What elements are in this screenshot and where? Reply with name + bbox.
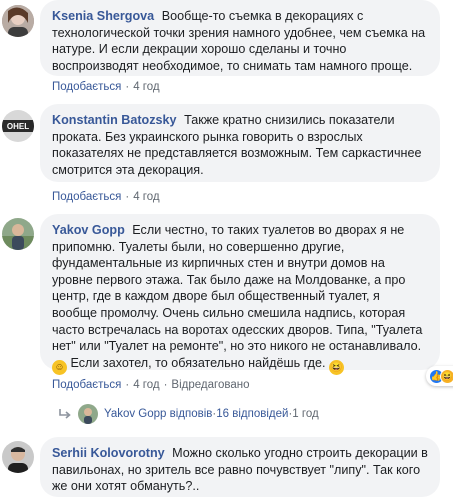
comment-bubble: Yakov Gopp Если честно, то таких туалето… [40,214,440,375]
haha-reaction-icon: 😆 [440,368,453,384]
comment-bubble: Konstantin Batozsky Также кратно снизили… [40,104,440,182]
avatar[interactable] [2,5,34,37]
comment-time[interactable]: 4 год [133,81,159,93]
avatar-image [78,404,98,424]
reply-author[interactable]: Yakov Gopp [104,408,166,420]
comment-bubble: Ksenia Shergova Вообще-то съемка в декор… [40,0,440,76]
replies-count[interactable]: 16 відповідей [216,408,288,420]
reply-arrow-icon [59,409,71,419]
comment-bubble: Serhii Kolovorotny Можно сколько угодно … [40,437,440,497]
like-link[interactable]: Подобається [52,191,121,203]
avatar [78,404,98,424]
comment-actions: Подобається · 4 год [52,81,160,93]
reply-time[interactable]: 1 год [292,408,318,420]
edited-label[interactable]: Відредаговано [171,379,249,391]
avatar-image [2,218,34,250]
comment-text-continued: Если захотел, то обязательно найдёшь где… [70,355,326,370]
comment-time[interactable]: 4 год [133,191,159,203]
smile-emoji-icon: ☺ [52,359,67,375]
laughing-emoji-icon: 😆 [329,359,345,375]
comment-actions: Подобається · 4 год · Відредаговано [52,379,250,391]
replies-summary[interactable]: Yakov Gopp відповів · 16 відповідей · 1 год [58,404,319,424]
svg-text:OHEL: OHEL [7,122,29,131]
reply-verb[interactable]: відповів [170,408,213,420]
avatar-image: OHEL [2,110,34,142]
like-link[interactable]: Подобається [52,81,121,93]
comment-author[interactable]: Serhii Kolovorotny [52,446,165,460]
avatar[interactable]: OHEL [2,110,34,142]
like-link[interactable]: Подобається [52,379,121,391]
avatar-image [2,5,34,37]
comment-author[interactable]: Ksenia Shergova [52,9,154,23]
avatar[interactable] [2,441,34,473]
comment-author[interactable]: Yakov Gopp [52,223,125,237]
comment-actions: Подобається · 4 год [52,191,160,203]
comment-text: Если честно, то таких туалетов во дворах… [52,223,423,354]
reactions-summary[interactable]: 👍 😆 2 [426,366,453,386]
avatar-image [2,441,34,473]
avatar[interactable] [2,218,34,250]
comment-time[interactable]: 4 год [133,379,159,391]
comment-author[interactable]: Konstantin Batozsky [52,113,177,127]
